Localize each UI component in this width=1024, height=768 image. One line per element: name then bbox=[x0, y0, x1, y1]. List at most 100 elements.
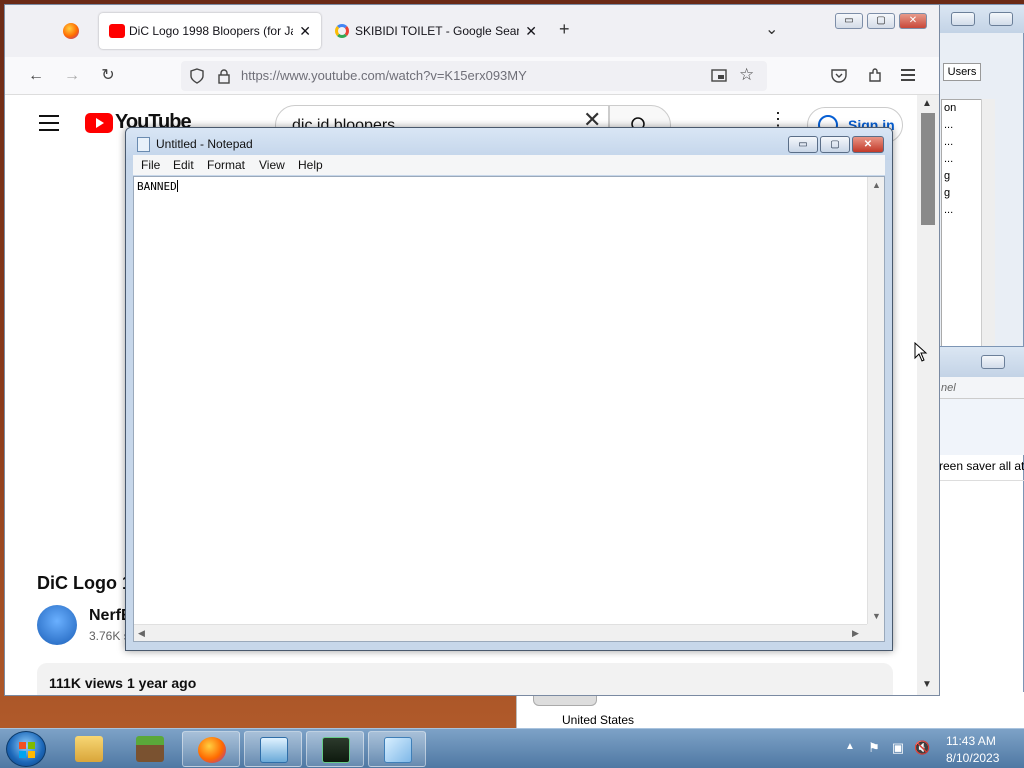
url-bar[interactable]: https://www.youtube.com/watch?v=K15erx09… bbox=[181, 61, 767, 91]
forward-button[interactable]: → bbox=[61, 65, 83, 87]
clock-date[interactable]: 8/10/2023 bbox=[946, 751, 999, 765]
scroll-down-icon[interactable]: ▼ bbox=[872, 611, 881, 621]
taskbar-notepad[interactable] bbox=[368, 731, 426, 767]
channel-avatar[interactable] bbox=[37, 605, 77, 645]
new-tab-button[interactable]: + bbox=[559, 19, 570, 40]
start-button[interactable] bbox=[6, 731, 46, 767]
resize-grip-icon[interactable] bbox=[867, 624, 884, 641]
scroll-right-icon[interactable]: ▶ bbox=[852, 628, 859, 639]
taskbar-task-manager[interactable] bbox=[306, 731, 364, 767]
firefox-view-icon[interactable] bbox=[63, 23, 79, 39]
background-window-titlebar[interactable] bbox=[939, 5, 1024, 33]
scroll-up-icon[interactable]: ▲ bbox=[922, 98, 932, 109]
youtube-favicon-icon bbox=[109, 24, 125, 38]
screen-saver-text: reen saver all at c bbox=[939, 459, 1024, 473]
network-icon[interactable]: ▣ bbox=[890, 740, 906, 756]
taskbar: ▲ ⚑ ▣ 🔇 11:43 AM 8/10/2023 bbox=[0, 728, 1024, 768]
tab-strip: DiC Logo 1998 Bloopers (for Jac ✕ SKIBID… bbox=[5, 5, 939, 57]
control-panel-icon bbox=[260, 737, 288, 763]
mouse-pointer-icon bbox=[914, 342, 928, 362]
scroll-down-icon[interactable]: ▼ bbox=[922, 679, 932, 690]
maximize-button[interactable]: ▢ bbox=[820, 136, 850, 153]
action-center-flag-icon[interactable]: ⚑ bbox=[866, 740, 882, 756]
lock-icon[interactable] bbox=[217, 68, 231, 84]
background-window-region: United States bbox=[516, 692, 1024, 728]
description-box[interactable]: 111K views 1 year ago bbox=[37, 663, 893, 695]
tab-google-search[interactable]: SKIBIDI TOILET - Google Search ✕ bbox=[325, 13, 547, 49]
task-manager-icon bbox=[322, 737, 350, 763]
pocket-icon[interactable] bbox=[831, 69, 847, 83]
background-window-titlebar[interactable] bbox=[939, 347, 1024, 377]
picture-in-picture-icon[interactable] bbox=[711, 68, 727, 84]
minimize-button[interactable]: ▭ bbox=[835, 13, 863, 29]
google-favicon-icon bbox=[335, 24, 349, 38]
list-all-tabs-button[interactable]: ⌄ bbox=[765, 19, 778, 39]
notepad-icon bbox=[384, 737, 412, 763]
volume-muted-icon[interactable]: 🔇 bbox=[914, 740, 930, 756]
back-button[interactable]: ← bbox=[25, 65, 47, 87]
shield-icon[interactable] bbox=[189, 68, 205, 84]
tab-dic-logo-bloopers[interactable]: DiC Logo 1998 Bloopers (for Jac ✕ bbox=[99, 13, 321, 49]
clock-time[interactable]: 11:43 AM bbox=[946, 734, 996, 748]
page-scrollbar[interactable]: ▲ ▼ bbox=[917, 95, 939, 695]
extensions-icon[interactable] bbox=[867, 68, 883, 84]
minimize-button[interactable] bbox=[981, 355, 1005, 369]
tab-close-icon[interactable]: ✕ bbox=[299, 13, 311, 49]
tab-users[interactable]: Users bbox=[943, 63, 981, 81]
background-window-task-manager[interactable]: Users on ... ... ... g g ... bbox=[938, 4, 1024, 354]
tab-title: SKIBIDI TOILET - Google Search bbox=[355, 24, 519, 38]
menu-help[interactable]: Help bbox=[298, 158, 323, 172]
menu-edit[interactable]: Edit bbox=[173, 158, 194, 172]
menu-format[interactable]: Format bbox=[207, 158, 245, 172]
app-menu-icon[interactable] bbox=[901, 69, 915, 81]
firefox-icon bbox=[198, 737, 226, 763]
menu-view[interactable]: View bbox=[259, 158, 285, 172]
hamburger-menu-icon[interactable] bbox=[39, 115, 59, 131]
scroll-left-icon[interactable]: ◀ bbox=[138, 628, 145, 639]
horizontal-scrollbar[interactable]: ◀ ▶ bbox=[134, 624, 867, 641]
video-title: DiC Logo 1 bbox=[37, 573, 132, 593]
minimize-button[interactable]: ▭ bbox=[788, 136, 818, 153]
maximize-button[interactable]: ▢ bbox=[867, 13, 895, 29]
notepad-icon bbox=[137, 137, 150, 152]
subscriber-count: 3.76K s bbox=[89, 629, 130, 643]
show-hidden-icons-button[interactable]: ▲ bbox=[845, 741, 855, 752]
notepad-window[interactable]: Untitled - Notepad ▭ ▢ ✕ File Edit Forma… bbox=[125, 127, 893, 651]
country-label: United States bbox=[562, 713, 635, 727]
reload-button[interactable]: ↻ bbox=[97, 65, 119, 87]
document-text[interactable]: BANNED bbox=[137, 180, 178, 193]
search-control-panel-input[interactable]: nel bbox=[939, 377, 1024, 399]
divider bbox=[939, 480, 1024, 481]
windows-logo-icon bbox=[19, 742, 35, 758]
background-window-control-panel[interactable]: nel reen saver all at c bbox=[938, 346, 1024, 698]
url-text[interactable]: https://www.youtube.com/watch?v=K15erx09… bbox=[241, 61, 527, 91]
taskbar-explorer[interactable] bbox=[60, 731, 118, 767]
document-content: BANNED bbox=[137, 180, 177, 193]
list-scrollbar[interactable] bbox=[981, 99, 995, 349]
view-count: 111K views bbox=[49, 675, 123, 691]
navigation-toolbar: ← → ↻ https://www.youtube.com/watch?v=K1… bbox=[5, 57, 939, 95]
taskbar-firefox[interactable] bbox=[182, 731, 240, 767]
tab-title: DiC Logo 1998 Bloopers (for Jac bbox=[129, 24, 293, 38]
upload-date: 1 year ago bbox=[127, 675, 197, 691]
grass-block-icon bbox=[136, 736, 164, 762]
bookmark-star-icon[interactable]: ☆ bbox=[739, 65, 754, 85]
close-button[interactable]: ✕ bbox=[852, 136, 884, 153]
scrollbar-thumb[interactable] bbox=[921, 113, 935, 225]
notepad-menubar: File Edit Format View Help bbox=[133, 155, 885, 175]
youtube-logo-icon[interactable] bbox=[85, 113, 113, 133]
minimize-button[interactable] bbox=[951, 12, 975, 26]
tab-close-icon[interactable]: ✕ bbox=[525, 13, 537, 49]
close-button[interactable]: ✕ bbox=[899, 13, 927, 29]
menu-file[interactable]: File bbox=[141, 158, 160, 172]
folder-icon bbox=[75, 736, 103, 762]
text-caret bbox=[176, 180, 178, 192]
notepad-text-area[interactable]: BANNED ▲ ▼ ◀ ▶ bbox=[133, 176, 885, 642]
notepad-title: Untitled - Notepad bbox=[156, 137, 253, 151]
scroll-up-icon[interactable]: ▲ bbox=[872, 180, 881, 190]
maximize-button[interactable] bbox=[989, 12, 1013, 26]
taskbar-control-panel[interactable] bbox=[244, 731, 302, 767]
vertical-scrollbar[interactable]: ▲ ▼ bbox=[867, 177, 884, 625]
header-band bbox=[939, 399, 1024, 455]
taskbar-minecraft[interactable] bbox=[121, 731, 179, 767]
